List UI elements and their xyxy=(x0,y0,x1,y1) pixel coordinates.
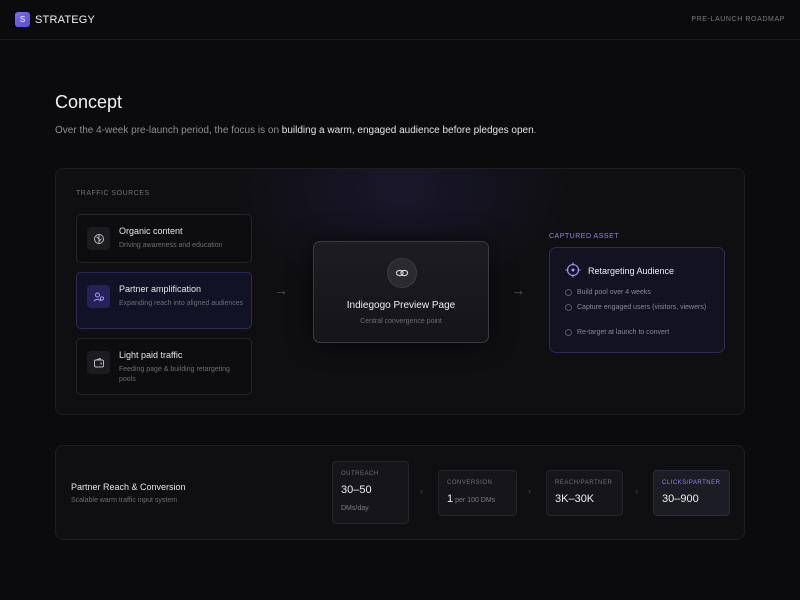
partner-reach-card: Partner Reach & Conversion Scalable warm… xyxy=(55,445,745,540)
arrow-right-icon: → xyxy=(511,282,525,298)
concept-title: Concept xyxy=(55,92,123,112)
captured-list-item: Build pool over 4 weeks xyxy=(565,288,720,298)
metric-value-qualifier: per 100 DMs xyxy=(455,497,496,504)
source-card-paid[interactable]: Light paid traffic Feeding page & buildi… xyxy=(76,338,252,395)
brand-logo-badge: S xyxy=(15,12,30,27)
captured-list-item: Re-target at launch to convert xyxy=(565,328,720,338)
preview-page-title: Indiegogo Preview Page xyxy=(346,300,456,311)
metric-unit: DMs/day xyxy=(341,505,369,512)
target-icon xyxy=(565,262,581,278)
chevron-right-icon: › xyxy=(528,486,531,496)
reach-title: Partner Reach & Conversion xyxy=(71,482,186,492)
concept-desc-emphasis: building a warm, engaged audience before… xyxy=(281,125,534,136)
retargeting-title: Retargeting Audience xyxy=(588,266,675,276)
circle-bullet-icon xyxy=(565,329,572,336)
link-icon xyxy=(387,258,417,288)
reach-subtitle: Scalable warm traffic input system xyxy=(71,497,178,504)
circle-bullet-icon xyxy=(565,289,572,296)
metric-label: CLICKS/PARTNER xyxy=(662,480,721,486)
brand-name: STRATEGY xyxy=(35,13,96,26)
captured-item-text: Capture engaged users (visitors, viewers… xyxy=(577,304,707,311)
traffic-sources-label: TRAFFIC SOURCES xyxy=(76,190,150,197)
preview-page-subtitle: Central convergence point xyxy=(360,318,442,325)
page-section-label: PRE-LAUNCH ROADMAP xyxy=(691,16,785,23)
source-subtitle: Feeding page & building retargeting pool… xyxy=(119,366,230,383)
wallet-icon xyxy=(87,351,110,374)
metric-conversion[interactable]: CONVERSION 1 per 100 DMs xyxy=(438,470,517,516)
chevron-right-icon: › xyxy=(420,486,423,496)
metric-label: REACH/PARTNER xyxy=(555,480,613,486)
concept-desc-suffix: . xyxy=(533,125,537,136)
brand[interactable]: S STRATEGY xyxy=(15,12,95,27)
source-title: Organic content xyxy=(119,226,183,236)
partners-icon xyxy=(87,285,110,308)
metric-outreach[interactable]: OUTREACH 30–50 DMs/day xyxy=(332,461,409,524)
top-bar: S STRATEGY PRE-LAUNCH ROADMAP xyxy=(0,0,800,40)
concept-description: Over the 4-week pre-launch period, the f… xyxy=(55,125,536,136)
source-title: Partner amplification xyxy=(119,284,202,294)
source-card-partner[interactable]: Partner amplification Expanding reach in… xyxy=(76,272,252,329)
source-card-organic[interactable]: Organic content Driving awareness and ed… xyxy=(76,214,252,263)
captured-item-text: Re-target at launch to convert xyxy=(577,329,670,336)
metric-value: 30–50 xyxy=(341,484,372,496)
metric-value: 30–900 xyxy=(662,493,699,505)
chevron-right-icon: › xyxy=(635,486,638,496)
source-title: Light paid traffic xyxy=(119,350,183,360)
source-subtitle: Expanding reach into aligned audiences xyxy=(119,300,244,307)
circle-bullet-icon xyxy=(565,304,572,311)
metric-value: 1 per 100 DMs xyxy=(447,493,495,505)
captured-item-text: Build pool over 4 weeks xyxy=(577,289,651,296)
source-subtitle: Driving awareness and education xyxy=(119,242,223,249)
captured-list-item: Capture engaged users (visitors, viewers… xyxy=(565,303,720,313)
metric-label: OUTREACH xyxy=(341,471,379,477)
metric-value: 3K–30K xyxy=(555,493,595,505)
arrow-right-icon: → xyxy=(274,282,288,298)
metric-label: CONVERSION xyxy=(447,480,493,486)
leaf-icon xyxy=(87,227,110,250)
metric-value-number: 1 xyxy=(447,493,454,505)
metric-clicks-per-partner[interactable]: CLICKS/PARTNER 30–900 xyxy=(653,470,730,516)
concept-desc-prefix: Over the 4-week pre-launch period, the f… xyxy=(55,125,282,136)
metric-reach-per-partner[interactable]: REACH/PARTNER 3K–30K xyxy=(546,470,623,516)
captured-asset-label: CAPTURED ASSET xyxy=(549,233,620,240)
traffic-flow-card: TRAFFIC SOURCES Organic content Driving … xyxy=(55,168,745,415)
preview-page-card[interactable]: Indiegogo Preview Page Central convergen… xyxy=(313,241,489,343)
retargeting-audience-card[interactable]: Retargeting Audience Build pool over 4 w… xyxy=(549,247,725,353)
